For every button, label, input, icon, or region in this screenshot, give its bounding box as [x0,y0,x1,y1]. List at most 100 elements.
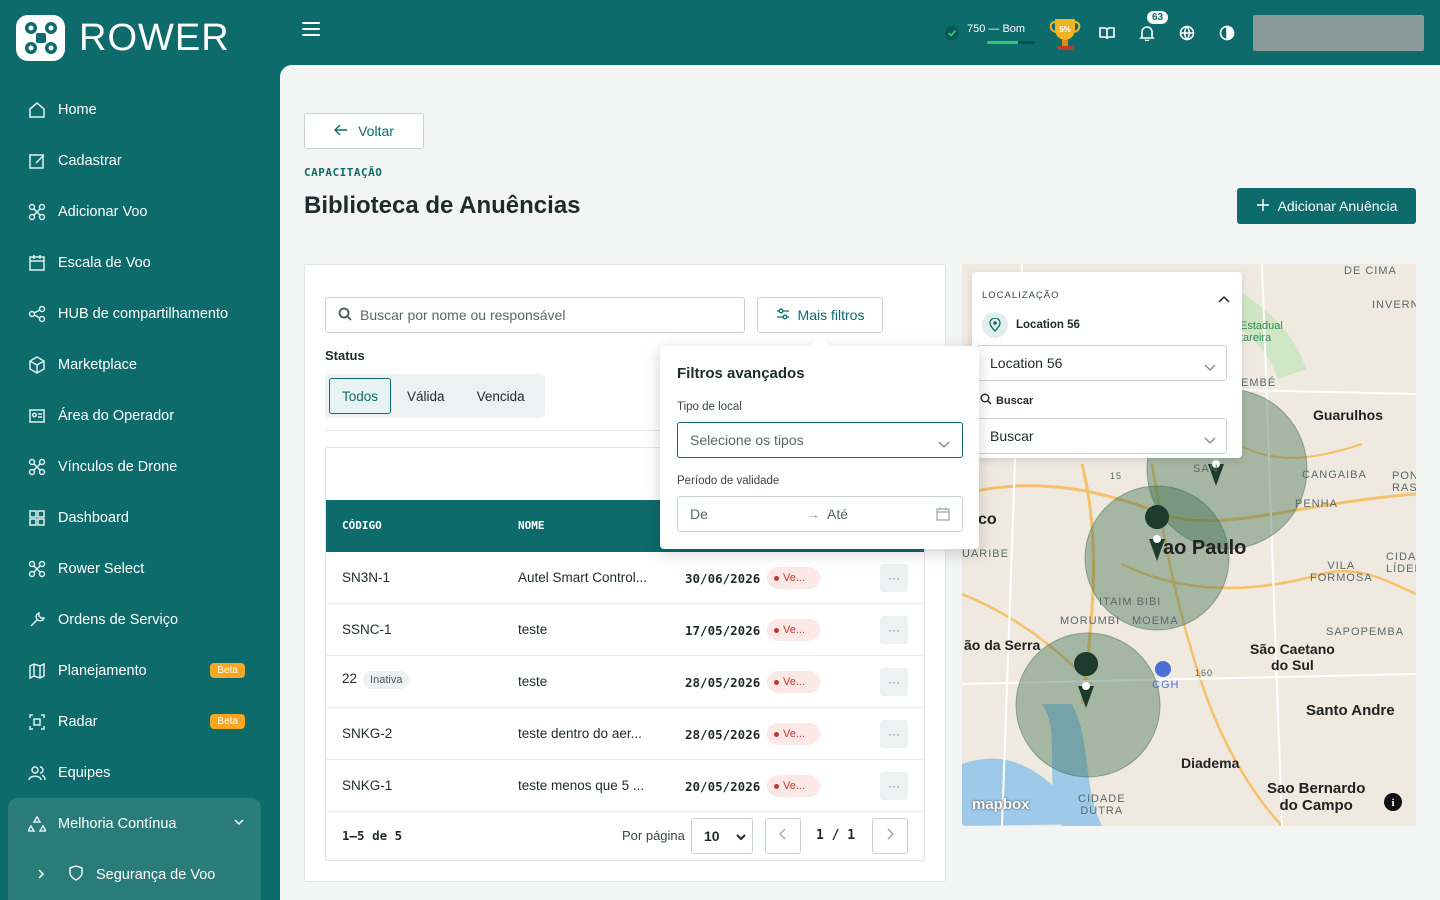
sidebar-item-label: Rower Select [58,560,145,577]
period-range-picker[interactable]: De → Até [677,496,963,532]
contrast-icon[interactable] [1207,15,1247,51]
table-row[interactable]: SNKG-1 teste menos que 5 ... 20/05/2026 … [326,760,924,812]
status-badge: Ve... [767,671,820,693]
chevron-down-icon [1204,359,1216,375]
type-select[interactable]: Selecione os tipos [677,422,963,458]
map-label-penha: PENHA [1295,498,1338,510]
row-actions-button[interactable]: ··· [880,720,908,748]
chevron-down-icon [1204,432,1216,448]
share-icon [28,305,46,323]
sidebar-item-ordens-servico[interactable]: Ordens de Serviço [0,594,280,645]
calendar-icon [936,507,950,524]
map[interactable]: i Guarulhos ao Paulo São Caetano do Sul … [962,264,1416,826]
map-panel-eyebrow: LOCALIZAÇÃO [982,290,1060,301]
tab-todos[interactable]: Todos [329,378,392,414]
map-label-cangaiba: CANGAIBA [1302,469,1367,481]
verified-icon[interactable] [937,15,967,51]
date-from-input[interactable]: De [690,506,708,522]
chevron-up-icon[interactable] [1218,290,1230,308]
sidebar-item-area-operador[interactable]: Área do Operador [0,390,280,441]
drone-icon [28,203,46,221]
trophy-icon[interactable]: 5% [1043,15,1087,51]
search-placeholder: Buscar por nome ou responsável [360,307,566,323]
table-row[interactable]: SNKG-2 teste dentro do aer... 28/05/2026… [326,708,924,760]
prev-page-button[interactable] [765,818,801,854]
trophy-text: 5% [1059,25,1071,34]
box-icon [28,355,46,374]
map-label-moema: MOEMA [1132,615,1179,627]
add-anuencia-button[interactable]: Adicionar Anuência [1237,188,1416,224]
date-to-input[interactable]: Até [827,506,848,522]
cell-code-value: 22 [342,671,358,686]
map-search-select[interactable]: Buscar [977,418,1227,454]
arrow-right-icon: → [806,506,820,522]
sidebar-item-radar[interactable]: Radar Beta [0,696,280,747]
sidebar-item-home[interactable]: Home [0,84,280,135]
map-label-itaim: ITAIM BIBI [1099,596,1162,608]
next-page-button[interactable] [872,818,908,854]
table-row[interactable]: SN3N-1 Autel Smart Control... 30/06/2026… [326,552,924,604]
map-label-uaribe: UARIBE [962,548,1009,560]
tab-valida[interactable]: Válida [391,378,461,414]
search-icon [338,307,352,324]
page-eyebrow: CAPACITAÇÃO [304,166,383,179]
sidebar-item-cadastrar[interactable]: Cadastrar [0,135,280,186]
row-actions-button[interactable]: ··· [880,564,908,592]
map-label-de-cima: DE CIMA [1344,265,1397,277]
row-actions-button[interactable]: ··· [880,668,908,696]
sidebar-item-vinculos-drone[interactable]: Vínculos de Drone [0,441,280,492]
sidebar-item-rower-select[interactable]: Rower Select [0,543,280,594]
beta-badge: Beta [210,663,245,678]
sidebar-item-hub[interactable]: HUB de compartilhamento [0,288,280,339]
sidebar-item-equipes[interactable]: Equipes [0,747,280,798]
sidebar-item-label: Dashboard [58,509,129,526]
column-header-name[interactable]: NOME [518,519,545,532]
sidebar-item-planejamento[interactable]: Planejamento Beta [0,645,280,696]
add-button-label: Adicionar Anuência [1277,198,1398,214]
sidebar-group-melhoria: Melhoria Contínua Segurança de Voo [8,798,261,900]
table-row[interactable]: 22 Inativa teste 28/05/2026 Ve... ··· [326,656,924,708]
map-label-road-160: 160 [1195,668,1214,678]
map-label-estadual: Estadual tareira [1240,320,1283,344]
globe-icon[interactable] [1167,15,1207,51]
sidebar-item-adicionar-voo[interactable]: Adicionar Voo [0,186,280,237]
tab-vencida[interactable]: Vencida [461,378,541,414]
menu-icon[interactable] [302,22,320,42]
location-pin-icon [982,312,1008,338]
book-icon[interactable] [1087,15,1127,51]
per-page-select[interactable]: 10 [691,818,753,854]
sidebar-item-dashboard[interactable]: Dashboard [0,492,280,543]
logo[interactable]: ROWER [16,15,230,61]
score-widget[interactable]: 750 — Bom [967,23,1035,44]
table-row[interactable]: SSNC-1 teste 17/05/2026 Ve... ··· [326,604,924,656]
score-bar [987,40,1035,44]
more-filters-button[interactable]: Mais filtros [757,297,883,333]
chevron-right-icon [36,867,46,883]
sidebar-item-seguranca-voo[interactable]: Segurança de Voo [8,849,261,900]
row-actions-button[interactable]: ··· [880,616,908,644]
map-label-sao-bernardo: Sao Bernardo do Campo [1267,780,1366,814]
status-tabs: Todos Válida Vencida [325,374,545,418]
calendar-icon [28,254,46,272]
mapbox-logo[interactable]: mapbox [972,796,1030,813]
sidebar-item-label: Planejamento [58,662,147,679]
search-input[interactable]: Buscar por nome ou responsável [325,297,745,333]
beta-badge: Beta [210,714,245,729]
user-menu[interactable] [1253,15,1424,51]
drone-icon [28,458,46,476]
sidebar-item-escala-de-voo[interactable]: Escala de Voo [0,237,280,288]
back-button[interactable]: Voltar [304,113,424,149]
sidebar-item-marketplace[interactable]: Marketplace [0,339,280,390]
chevron-down-icon [735,828,746,844]
row-actions-button[interactable]: ··· [880,772,908,800]
per-page-value: 10 [704,828,720,844]
map-label-morumbi: MORUMBI [1060,615,1121,627]
wrench-icon [28,611,46,629]
location-select-value: Location 56 [990,355,1063,371]
bell-icon[interactable]: 63 [1127,11,1169,51]
location-select[interactable]: Location 56 [977,345,1227,381]
column-header-code[interactable]: CÓDIGO [342,519,382,532]
sidebar-item-melhoria-continua[interactable]: Melhoria Contínua [8,798,261,849]
more-filters-label: Mais filtros [797,307,865,323]
sidebar-item-label: Cadastrar [58,152,122,169]
